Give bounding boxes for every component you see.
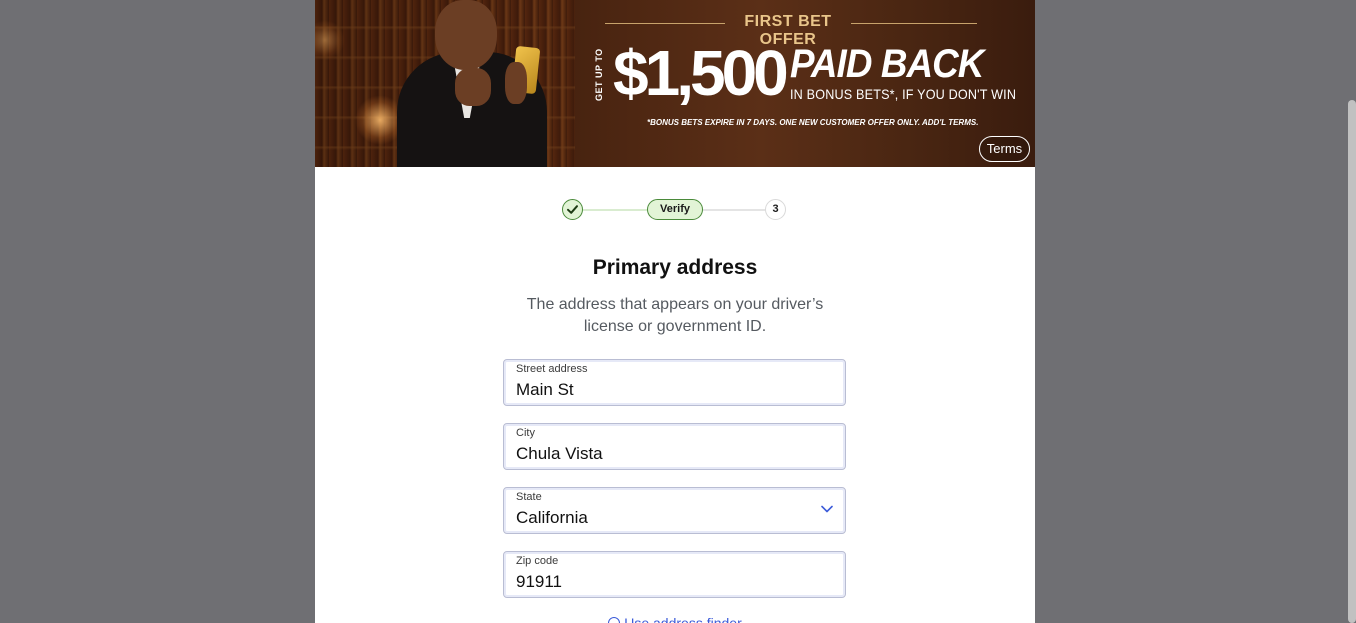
street-address-field[interactable]: Street address Main St (503, 359, 846, 406)
state-select[interactable]: State California (503, 487, 846, 534)
city-input[interactable]: Chula Vista (516, 444, 603, 464)
offer-prefix: GET UP TO (594, 48, 604, 101)
promo-person-head (435, 0, 497, 70)
address-finder-link[interactable]: Use address finder (315, 615, 1035, 623)
offer-amount: $1,500 (613, 37, 789, 109)
page-subtitle: The address that appears on your driver’… (526, 296, 824, 335)
city-label: City (516, 427, 535, 439)
chevron-down-icon[interactable] (820, 504, 834, 514)
offer-headline: PAID BACK (790, 42, 984, 86)
page-scrollbar[interactable] (1348, 100, 1356, 623)
address-finder-label: Use address finder (624, 615, 742, 623)
stepper-connector (703, 209, 765, 211)
terms-button[interactable]: Terms (979, 136, 1030, 162)
offer-disclaimer: *BONUS BETS EXPIRE IN 7 DAYS. ONE NEW CU… (647, 118, 979, 127)
zip-code-field[interactable]: Zip code 91911 (503, 551, 846, 598)
page-title: Primary address (592, 256, 758, 279)
check-icon (567, 205, 578, 214)
city-field[interactable]: City Chula Vista (503, 423, 846, 470)
state-label: State (516, 491, 542, 503)
street-address-input[interactable]: Main St (516, 380, 574, 400)
step-1-complete (562, 199, 583, 220)
state-value[interactable]: California (516, 508, 588, 528)
divider (851, 23, 977, 24)
divider (605, 23, 725, 24)
zip-code-input[interactable]: 91911 (516, 572, 562, 592)
promo-person-fist (455, 68, 491, 106)
step-2-verify: Verify (647, 199, 703, 220)
stepper-connector (583, 209, 647, 211)
street-address-label: Street address (516, 363, 588, 375)
info-icon (608, 617, 621, 623)
zip-code-label: Zip code (516, 555, 559, 567)
signup-modal: FIRST BET OFFER GET UP TO $1,500 PAID BA… (315, 0, 1035, 623)
promo-banner: FIRST BET OFFER GET UP TO $1,500 PAID BA… (315, 0, 1035, 167)
step-3: 3 (765, 199, 786, 220)
offer-subline: IN BONUS BETS*, IF YOU DON'T WIN (790, 86, 1017, 102)
promo-person-hand (505, 62, 527, 104)
